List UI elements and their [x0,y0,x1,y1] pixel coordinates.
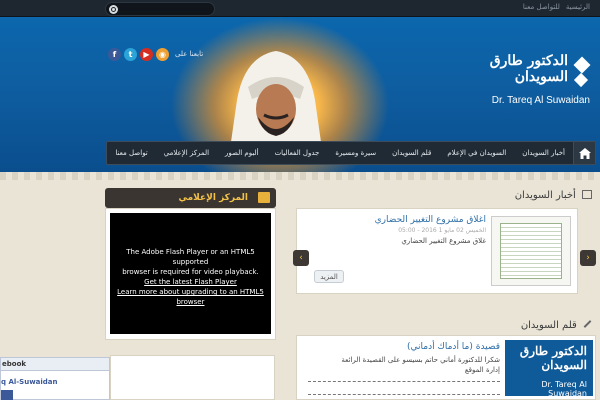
site-logo[interactable]: الدكتور طارق السويدان Dr. Tareq Al Suwai… [460,53,591,106]
flash-link-3[interactable]: browser [110,297,271,307]
news-thumbnail[interactable] [491,216,571,286]
flash-link-2[interactable]: Learn more about upgrading to an HTML5 [110,287,271,297]
facebook-icon[interactable]: f [108,47,121,61]
nav-item-photos[interactable]: ألبوم الصور [217,142,267,164]
pen-section-label: قلم السويدان [520,320,577,331]
news-section-label: أخبار السويدان [514,190,576,201]
rss-icon[interactable]: ◉ [156,47,169,61]
pen-text-line-2: إدارة الموقع [464,366,500,374]
top-link-home[interactable]: الرئيسية [566,3,590,11]
nav-item-news[interactable]: أخبار السويدان [514,142,573,164]
nav-item-in-media[interactable]: السويدان في الإعلام [439,142,514,164]
facebook-box [110,355,275,400]
media-center-title: المركز الإعلامي [178,193,248,203]
nav-item-media-center[interactable]: المركز الإعلامي [156,142,217,164]
top-bar: للتواصل معنا الرئيسية [0,0,600,17]
logo-arabic: الدكتور طارق السويدان [489,53,568,85]
pen-logo-arabic: الدكتور طارق السويدان [519,344,587,372]
media-center-header: المركز الإعلامي [105,188,276,208]
flash-link-1[interactable]: Get the latest Flash Player [110,277,271,287]
site-header: f t ▶ ◉ تابعنا على الدكتور طارق السويدان… [0,17,600,177]
more-button[interactable]: المزيد [314,270,344,283]
twitter-icon[interactable]: t [124,47,137,61]
dashed-separator [308,381,500,382]
facebook-widget: ebook q Al-Suwaidan [0,357,110,400]
home-icon[interactable] [573,142,595,164]
news-item-date: الخميس 02 مايو 1 2016 - 05:00 [398,227,486,234]
pen-text-line-1: شكرا للدكتورة أماني حاتم بسيسو على القصي… [341,356,500,364]
logo-english: Dr. Tareq Al Suwaidan [491,95,590,106]
torn-edge-divider [0,172,600,180]
facebook-page-name[interactable]: q Al-Suwaidan [1,378,109,386]
video-player[interactable]: The Adobe Flash Player or an HTML5 suppo… [110,213,271,334]
news-item-excerpt: غلاق مشروع التغيير الحضاري [401,237,486,245]
top-links: للتواصل معنا الرئيسية [523,3,590,11]
facebook-widget-header: ebook [1,358,109,371]
pen-section-title: قلم السويدان [521,320,592,331]
search-icon[interactable] [109,5,118,14]
prev-arrow-icon[interactable]: ‹ [293,250,309,266]
flash-msg-1: The Adobe Flash Player or an HTML5 suppo… [126,248,255,266]
top-link-contact[interactable]: للتواصل معنا [523,3,560,11]
nav-item-contact[interactable]: تواصل معنا [107,142,155,164]
document-image [500,223,562,279]
news-section-title: أخبار السويدان [515,190,592,201]
dashed-separator [308,394,500,395]
facebook-like-icon[interactable] [1,390,13,400]
newspaper-icon [582,190,592,199]
news-item-title[interactable]: اغلاق مشروع التغيير الحضاري [300,215,486,225]
social-label: تابعنا على [175,50,204,58]
social-bar: f t ▶ ◉ تابعنا على [108,45,203,63]
nav-item-events[interactable]: جدول الفعاليات [267,142,328,164]
nav-item-biography[interactable]: سيرة ومسيرة [327,142,384,164]
flash-msg-2: browser is required for video playback. [122,268,259,276]
clapperboard-icon [258,192,270,203]
next-arrow-icon[interactable]: › [580,250,596,266]
pen-logo-english: Dr. Tareq Al Suwaidan [541,380,587,398]
nav-item-pen[interactable]: قلم السويدان [384,142,439,164]
pen-item-text: شكرا للدكتورة أماني حاتم بسيسو على القصي… [300,355,500,375]
search-box[interactable] [105,2,215,16]
pen-item-title[interactable]: قصيدة (ما أدماك أدماني) [300,342,500,352]
pen-thumbnail-logo[interactable]: الدكتور طارق السويدان Dr. Tareq Al Suwai… [505,340,593,398]
pencil-icon [583,320,592,328]
youtube-icon[interactable]: ▶ [140,47,153,61]
main-nav: أخبار السويدان السويدان في الإعلام قلم ا… [106,141,596,165]
